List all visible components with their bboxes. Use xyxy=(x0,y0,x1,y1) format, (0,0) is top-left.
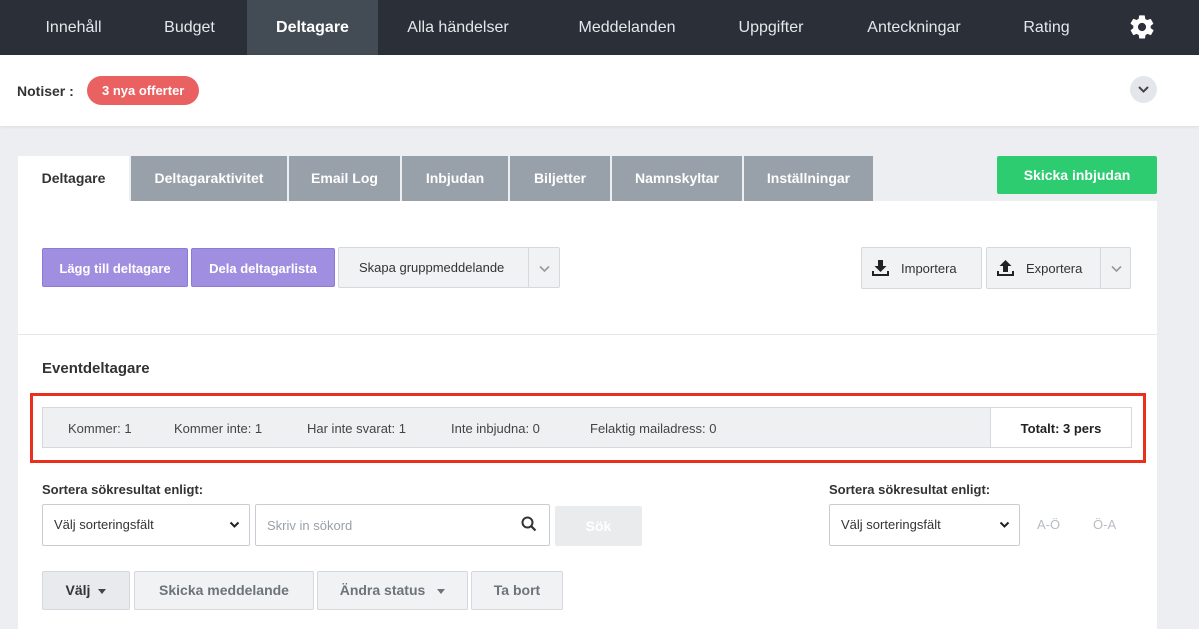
tab-deltagaraktivitet[interactable]: Deltagaraktivitet xyxy=(131,156,287,201)
stats-bar: Kommer: 1 Kommer inte: 1 Har inte svarat… xyxy=(42,407,1132,448)
nav-item-budget[interactable]: Budget xyxy=(139,0,240,55)
top-nav: Innehåll Budget Deltagare Alla händelser… xyxy=(0,0,1199,55)
group-message-label: Skapa gruppmeddelande xyxy=(359,260,505,275)
group-message-button[interactable]: Skapa gruppmeddelande xyxy=(338,247,560,288)
tab-namnskyltar[interactable]: Namnskyltar xyxy=(612,156,742,201)
sort-label-right: Sortera sökresultat enligt: xyxy=(829,482,991,497)
select-label: Välj xyxy=(65,582,91,598)
sort-select-right[interactable]: Välj sorteringsfält xyxy=(829,504,1020,546)
search-input[interactable] xyxy=(255,504,550,546)
stat-not-invited[interactable]: Inte inbjudna: 0 xyxy=(451,421,540,436)
change-status-label: Ändra status xyxy=(339,582,426,598)
export-button[interactable]: Exportera xyxy=(986,247,1131,289)
caret-down-icon xyxy=(98,588,107,594)
nav-item-uppgifter[interactable]: Uppgifter xyxy=(727,0,815,55)
notice-label: Notiser : xyxy=(17,83,74,99)
stat-bad-email[interactable]: Felaktig mailadress: 0 xyxy=(590,421,716,436)
select-dropdown-button[interactable]: Välj xyxy=(42,571,130,610)
chevron-down-icon xyxy=(229,521,240,528)
sort-desc-link[interactable]: Ö-A xyxy=(1093,517,1116,532)
search-button[interactable]: Sök xyxy=(555,506,642,546)
nav-item-rating[interactable]: Rating xyxy=(1013,0,1080,55)
stat-total: Totalt: 3 pers xyxy=(990,407,1132,448)
export-dropdown[interactable] xyxy=(1100,248,1131,288)
sort-select-left[interactable]: Välj sorteringsfält xyxy=(42,504,250,546)
import-label: Importera xyxy=(901,261,957,276)
stat-coming[interactable]: Kommer: 1 xyxy=(68,421,132,436)
gear-icon[interactable] xyxy=(1128,13,1156,41)
tab-email-log[interactable]: Email Log xyxy=(289,156,400,201)
sort-select-left-value: Välj sorteringsfält xyxy=(54,517,154,532)
notice-badge[interactable]: 3 nya offerter xyxy=(87,76,200,105)
chevron-down-icon xyxy=(999,521,1010,528)
divider xyxy=(18,334,1157,335)
upload-icon xyxy=(997,260,1014,276)
delete-button[interactable]: Ta bort xyxy=(471,571,563,610)
sort-asc-link[interactable]: A-Ö xyxy=(1037,517,1060,532)
nav-item-innehall[interactable]: Innehåll xyxy=(22,0,125,55)
stat-not-coming[interactable]: Kommer inte: 1 xyxy=(174,421,262,436)
tab-deltagare[interactable]: Deltagare xyxy=(18,156,129,202)
import-button[interactable]: Importera xyxy=(861,247,982,289)
download-icon xyxy=(872,260,889,276)
stat-no-answer[interactable]: Har inte svarat: 1 xyxy=(307,421,406,436)
notice-bar: Notiser : 3 nya offerter xyxy=(0,55,1199,126)
group-message-dropdown[interactable] xyxy=(528,248,559,287)
add-participant-button[interactable]: Lägg till deltagare xyxy=(42,248,188,287)
chevron-down-icon xyxy=(1111,265,1122,273)
nav-item-alla-handelser[interactable]: Alla händelser xyxy=(392,0,524,55)
send-message-button[interactable]: Skicka meddelande xyxy=(134,571,314,610)
nav-item-deltagare[interactable]: Deltagare xyxy=(247,0,378,55)
collapse-button[interactable] xyxy=(1130,76,1157,103)
sort-select-right-value: Välj sorteringsfält xyxy=(841,517,941,532)
tab-inbjudan[interactable]: Inbjudan xyxy=(402,156,508,201)
send-invite-button[interactable]: Skicka inbjudan xyxy=(997,156,1157,194)
nav-item-anteckningar[interactable]: Anteckningar xyxy=(855,0,973,55)
change-status-button[interactable]: Ändra status xyxy=(317,571,468,610)
tab-biljetter[interactable]: Biljetter xyxy=(510,156,610,201)
export-label: Exportera xyxy=(1026,261,1083,276)
sort-label-left: Sortera sökresultat enligt: xyxy=(42,482,204,497)
chevron-down-icon xyxy=(539,265,550,273)
caret-down-icon xyxy=(437,588,446,594)
search-icon[interactable] xyxy=(521,516,537,532)
section-title: Eventdeltagare xyxy=(42,360,150,377)
chevron-down-icon xyxy=(1138,86,1149,93)
tab-installningar[interactable]: Inställningar xyxy=(744,156,873,201)
nav-item-meddelanden[interactable]: Meddelanden xyxy=(565,0,689,55)
share-list-button[interactable]: Dela deltagarlista xyxy=(191,248,335,287)
